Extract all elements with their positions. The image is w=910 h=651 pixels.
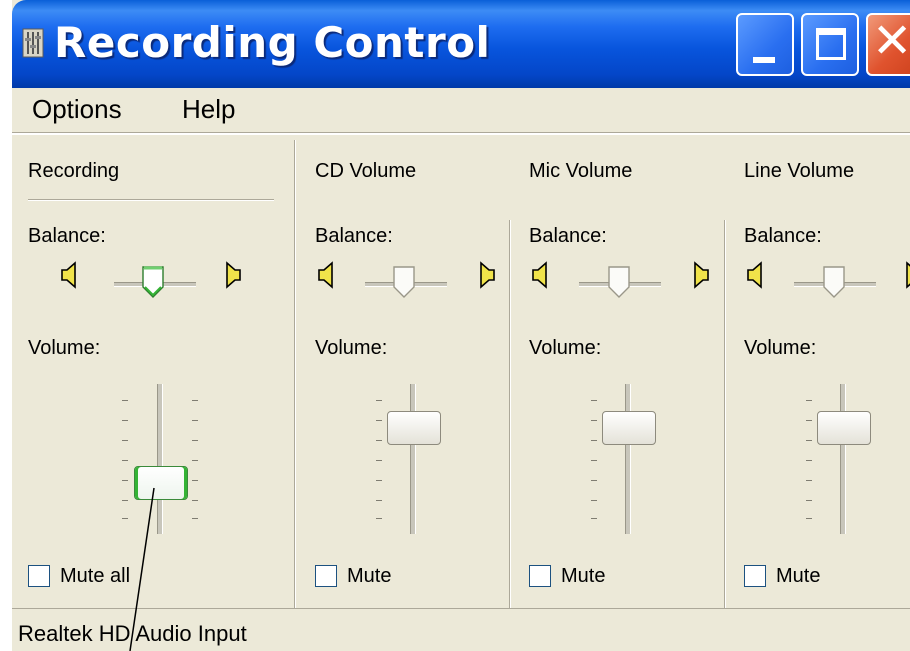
tick xyxy=(192,500,198,501)
title-bar[interactable]: Recording Control ✕ xyxy=(12,0,910,88)
speaker-right-icon xyxy=(906,261,910,289)
tick xyxy=(122,480,128,481)
balance-slider-thumb[interactable] xyxy=(608,266,630,298)
speaker-right-icon xyxy=(226,261,241,289)
channel-name-recording: Recording xyxy=(28,160,120,182)
mute-all-checkbox[interactable] xyxy=(28,565,50,587)
channel-name-line: Line Volume xyxy=(744,160,855,182)
menu-help[interactable]: Help xyxy=(182,94,235,125)
column-divider xyxy=(724,220,726,608)
mute-checkbox[interactable] xyxy=(744,565,766,587)
volume-slider-thumb[interactable] xyxy=(134,466,188,500)
menu-options[interactable]: Options xyxy=(32,94,122,125)
balance-slider-thumb[interactable] xyxy=(142,266,164,298)
volume-track xyxy=(625,384,631,534)
mute-label: Mute xyxy=(776,565,821,587)
tick xyxy=(806,440,812,441)
tick xyxy=(591,480,597,481)
volume-label: Volume: xyxy=(315,337,388,359)
tick xyxy=(122,518,128,519)
maximize-icon xyxy=(816,28,846,60)
speaker-left-icon xyxy=(532,261,547,289)
tick xyxy=(591,400,597,401)
mute-label: Mute xyxy=(561,565,606,587)
tick xyxy=(806,460,812,461)
mute-checkbox[interactable] xyxy=(529,565,551,587)
tick xyxy=(192,518,198,519)
tick xyxy=(376,400,382,401)
tick xyxy=(376,440,382,441)
speaker-left-icon xyxy=(61,261,76,289)
tick xyxy=(376,480,382,481)
volume-label: Volume: xyxy=(529,337,602,359)
tick xyxy=(122,500,128,501)
volume-track xyxy=(157,384,163,534)
tick xyxy=(591,500,597,501)
menu-divider xyxy=(12,132,910,135)
tick xyxy=(192,460,198,461)
tick xyxy=(591,440,597,441)
tick xyxy=(376,460,382,461)
status-bar: Realtek HD Audio Input xyxy=(12,608,910,651)
channel-name-cd: CD Volume xyxy=(315,160,417,182)
balance-slider-thumb[interactable] xyxy=(823,266,845,298)
tick xyxy=(376,500,382,501)
minimize-button[interactable] xyxy=(736,13,794,76)
window-title: Recording Control xyxy=(54,18,491,67)
tick xyxy=(806,420,812,421)
tick xyxy=(122,420,128,421)
tick xyxy=(122,400,128,401)
balance-label: Balance: xyxy=(529,225,607,247)
volume-track xyxy=(840,384,846,534)
volume-track xyxy=(410,384,416,534)
tick xyxy=(192,480,198,481)
recording-control-window: Recording Control ✕ Options Help Recordi… xyxy=(12,0,910,651)
volume-slider-thumb[interactable] xyxy=(817,411,871,445)
close-button[interactable]: ✕ xyxy=(866,13,910,76)
menu-bar: Options Help xyxy=(12,88,910,132)
balance-label: Balance: xyxy=(315,225,393,247)
tick xyxy=(122,440,128,441)
tick xyxy=(806,400,812,401)
mute-checkbox[interactable] xyxy=(315,565,337,587)
speaker-left-icon xyxy=(747,261,762,289)
tick xyxy=(806,500,812,501)
tick xyxy=(591,460,597,461)
mute-all-label: Mute all xyxy=(60,565,131,587)
tick xyxy=(591,420,597,421)
balance-label: Balance: xyxy=(744,225,822,247)
balance-slider-thumb[interactable] xyxy=(393,266,415,298)
tick xyxy=(806,480,812,481)
volume-slider-thumb[interactable] xyxy=(602,411,656,445)
recording-header-divider xyxy=(28,199,274,201)
mute-label: Mute xyxy=(347,565,392,587)
channel-name-mic: Mic Volume xyxy=(529,160,633,182)
speaker-left-icon xyxy=(318,261,333,289)
tick xyxy=(192,420,198,421)
balance-label: Balance: xyxy=(28,225,106,247)
column-divider xyxy=(509,220,511,608)
close-icon: ✕ xyxy=(872,13,910,69)
minimize-icon xyxy=(753,57,775,63)
speaker-right-icon xyxy=(694,261,709,289)
tick xyxy=(192,440,198,441)
speaker-right-icon xyxy=(480,261,495,289)
maximize-button[interactable] xyxy=(801,13,859,76)
status-text: Realtek HD Audio Input xyxy=(18,621,247,646)
column-divider xyxy=(294,140,296,608)
tick xyxy=(192,400,198,401)
tick xyxy=(376,518,382,519)
volume-slider-thumb[interactable] xyxy=(387,411,441,445)
tick xyxy=(806,518,812,519)
volume-label: Volume: xyxy=(28,337,101,359)
volume-label: Volume: xyxy=(744,337,817,359)
tick xyxy=(376,420,382,421)
mixer-icon[interactable] xyxy=(22,28,44,58)
tick xyxy=(122,460,128,461)
tick xyxy=(591,518,597,519)
